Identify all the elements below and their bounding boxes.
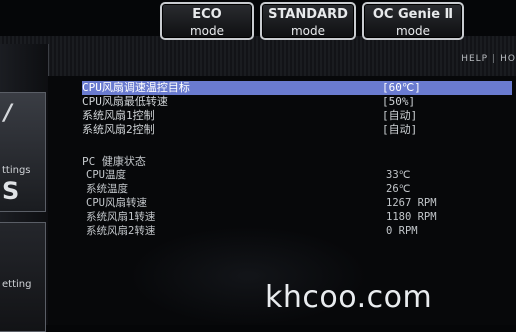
stat-value: 33℃: [386, 169, 411, 181]
eco-mode-label: ECO: [192, 7, 222, 22]
sidebar-item-settings[interactable]: / ttings S: [0, 92, 46, 212]
settings-logo-icon: /: [4, 101, 13, 126]
setting-label: 系统风扇2控制: [82, 123, 155, 136]
stat-label: 系统温度: [86, 183, 128, 195]
standard-mode-label: STANDARD: [268, 7, 348, 22]
stat-label: CPU风扇转速: [86, 197, 147, 209]
stat-label: CPU温度: [86, 169, 126, 181]
stat-label: 系统风扇1转速: [86, 211, 156, 223]
standard-mode-sublabel: mode: [290, 24, 326, 38]
sidebar: / ttings S etting: [0, 44, 49, 332]
sidebar-oc-label: etting: [2, 279, 32, 290]
header-band: [0, 36, 516, 77]
setting-cpu-fan-min-speed[interactable]: CPU风扇最低转速 [50%]: [82, 95, 512, 109]
setting-value[interactable]: [自动]: [382, 109, 417, 123]
oc-genie-mode-sublabel: mode: [395, 24, 431, 38]
setting-value[interactable]: [60℃]: [382, 81, 421, 95]
health-status-title: PC 健康状态: [82, 155, 146, 168]
stat-value: 1180 RPM: [386, 211, 437, 223]
home-link[interactable]: HO: [500, 54, 516, 64]
sidebar-settings-label: ttings: [2, 165, 31, 176]
stat-value: 26℃: [386, 183, 411, 195]
setting-label: CPU风扇最低转速: [82, 95, 168, 108]
standard-mode-button[interactable]: STANDARD mode: [260, 2, 356, 40]
sidebar-item-oc[interactable]: etting: [0, 222, 46, 332]
setting-cpu-fan-target-temp[interactable]: CPU风扇调速温控目标 [60℃]: [82, 81, 512, 95]
help-link[interactable]: HELP: [461, 54, 488, 64]
setting-label: 系统风扇1控制: [82, 109, 155, 122]
help-bar: HELP | HO: [461, 54, 516, 64]
sidebar-settings-letter: S: [2, 177, 20, 205]
setting-value[interactable]: [自动]: [382, 123, 417, 137]
eco-mode-button[interactable]: ECO mode: [160, 2, 254, 40]
setting-label: CPU风扇调速温控目标: [82, 81, 190, 94]
stat-value: 1267 RPM: [386, 197, 437, 209]
help-separator: |: [492, 54, 497, 64]
oc-genie-mode-button[interactable]: OC Genie Ⅱ mode: [362, 2, 464, 40]
setting-value[interactable]: [50%]: [382, 95, 415, 109]
setting-sys-fan1-control[interactable]: 系统风扇1控制 [自动]: [82, 109, 512, 123]
eco-mode-sublabel: mode: [189, 24, 225, 38]
site-watermark: khcoo.com: [265, 280, 433, 315]
stat-value: 0 RPM: [386, 225, 418, 237]
setting-sys-fan2-control[interactable]: 系统风扇2控制 [自动]: [82, 123, 512, 137]
stat-label: 系统风扇2转速: [86, 225, 156, 237]
oc-genie-mode-label: OC Genie Ⅱ: [372, 7, 454, 22]
